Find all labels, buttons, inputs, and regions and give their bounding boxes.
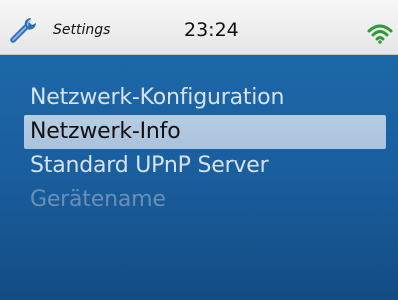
menu-item-upnp-server[interactable]: Standard UPnP Server [24, 149, 386, 183]
clock: 23:24 [184, 19, 239, 41]
menu-item-network-configuration[interactable]: Netzwerk-Konfiguration [24, 81, 386, 115]
menu-item-network-info[interactable]: Netzwerk-Info [24, 115, 386, 149]
wrench-icon [10, 18, 36, 43]
status-bar: Settings 23:24 [0, 0, 398, 55]
app-title: Settings [53, 22, 111, 38]
device-screen: Settings 23:24 Netzwerk-Konfiguration Ne… [0, 0, 398, 300]
settings-menu: Netzwerk-Konfiguration Netzwerk-Info Sta… [24, 81, 386, 217]
menu-item-device-name: Gerätename [30, 187, 166, 212]
wifi-icon [367, 24, 393, 44]
